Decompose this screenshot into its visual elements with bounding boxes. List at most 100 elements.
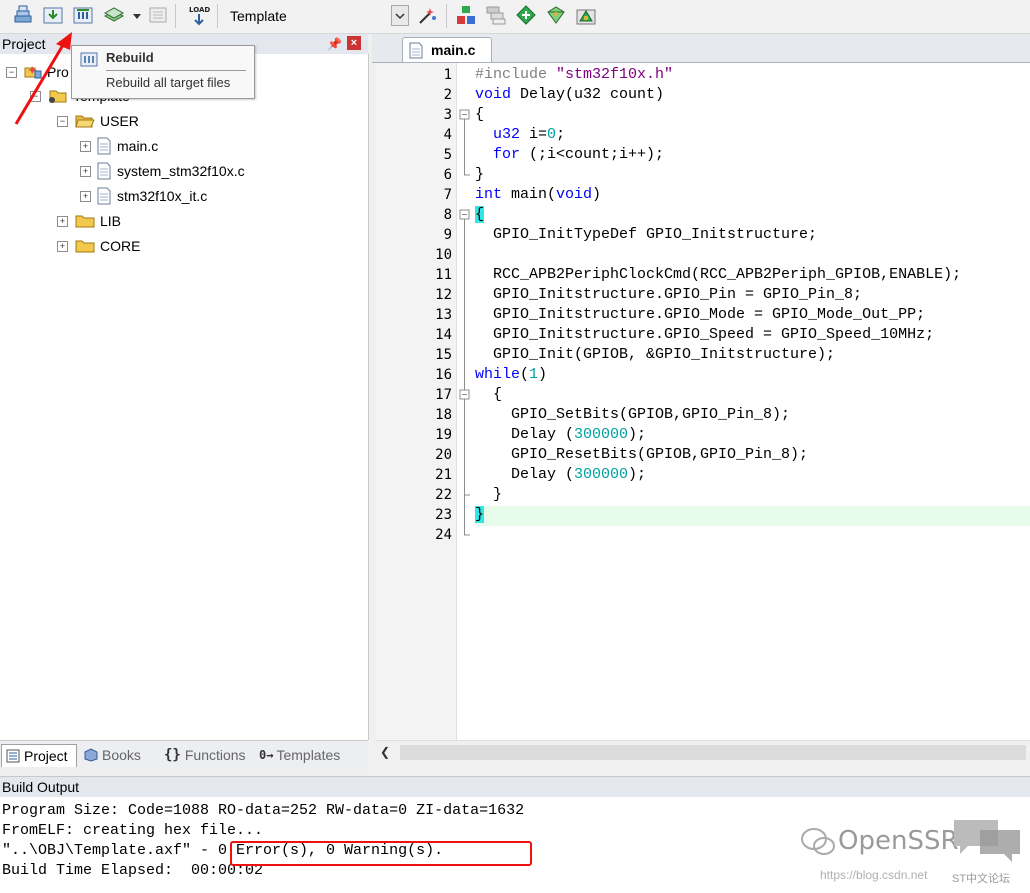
tree-label-file: system_stm32f10x.c [117,163,245,179]
line-number: 16 [435,367,452,383]
tree-node-file[interactable]: + stm32f10x_it.c [80,186,207,206]
pack-installer-icon[interactable] [515,4,537,26]
left-panel-tabs: Project Books {} Functions 0→ Templates [0,740,368,769]
download-icon[interactable]: LOAD [188,4,210,26]
stop-build-icon[interactable] [147,4,169,26]
code-line[interactable]: RCC_APB2PeriphClockCmd(RCC_APB2Periph_GP… [475,266,961,283]
line-number: 2 [443,87,452,103]
templates-icon: 0→ [259,748,274,762]
expand-icon[interactable]: + [80,165,91,177]
toolbar-separator [175,4,176,28]
tree-label-group: LIB [100,213,122,229]
expand-icon[interactable]: + [80,190,91,202]
build-output-line: Build Time Elapsed: 00:00:02 [2,862,264,879]
line-number: 6 [443,167,452,183]
tab-project[interactable]: Project [1,744,77,767]
line-number: 15 [435,347,452,363]
code-line[interactable]: GPIO_Initstructure.GPIO_Mode = GPIO_Mode… [475,306,925,323]
line-number: 14 [435,327,452,343]
line-number: 10 [435,247,452,263]
toolbar-separator [446,4,447,28]
translate-icon[interactable] [12,4,34,26]
scroll-left-icon[interactable]: ❮ [380,745,390,759]
rebuild-icon [80,52,98,67]
code-line[interactable]: while(1) [475,366,547,383]
code-line[interactable]: void Delay(u32 count) [475,86,664,103]
tab-label: Templates [276,747,341,763]
line-number: 7 [443,187,452,203]
tab-functions[interactable]: {} Functions [160,744,250,766]
functions-icon: {} [164,747,181,763]
pin-icon[interactable]: 📌 [327,37,342,51]
target-options-icon[interactable] [416,4,438,26]
line-number: 1 [443,67,452,83]
line-number: 17 [435,387,452,403]
build-output-line: FromELF: creating hex file... [2,822,264,839]
code-line[interactable]: Delay (300000); [475,426,646,443]
tab-main-c[interactable]: main.c [402,37,492,62]
code-line[interactable]: GPIO_Init(GPIOB, &GPIO_Initstructure); [475,346,835,363]
tree-node-file[interactable]: + system_stm32f10x.c [80,161,245,181]
toolbar-separator [217,4,218,28]
project-tree: − Pro − Template − USER + main.c + syste… [0,54,369,740]
tab-label: Functions [184,747,246,763]
env-icon[interactable] [575,4,597,26]
batch-build-icon[interactable] [103,4,125,26]
event-recorder-icon[interactable] [545,4,567,26]
tab-templates[interactable]: 0→ Templates [256,744,356,766]
line-number: 5 [443,147,452,163]
tab-books[interactable]: Books [80,744,154,766]
code-line[interactable]: GPIO_SetBits(GPIOB,GPIO_Pin_8); [475,406,790,423]
code-line[interactable]: GPIO_Initstructure.GPIO_Pin = GPIO_Pin_8… [475,286,862,303]
tree-node-group-lib[interactable]: + LIB [57,211,121,231]
code-line[interactable]: int main(void) [475,186,601,203]
target-select[interactable]: Template [224,5,409,27]
tree-node-file[interactable]: + main.c [80,136,158,156]
code-line[interactable]: { [475,206,485,223]
watermark-url: https://blog.csdn.net [820,868,928,882]
expand-icon[interactable]: + [57,215,68,227]
tab-label: main.c [431,42,476,58]
code-line[interactable]: GPIO_ResetBits(GPIOB,GPIO_Pin_8); [475,446,808,463]
scrollbar-track[interactable] [400,745,1026,760]
manage-components-icon[interactable] [455,4,477,26]
code-line[interactable]: GPIO_InitTypeDef GPIO_Initstructure; [475,226,817,243]
code-line[interactable]: u32 i=0; [475,126,565,143]
code-line[interactable]: Delay (300000); [475,466,646,483]
code-line[interactable]: #include "stm32f10x.h" [475,66,673,83]
line-number: 3 [443,107,452,123]
build-icon[interactable] [42,4,64,26]
code-line[interactable]: { [475,106,484,123]
tree-label-file: stm32f10x_it.c [117,188,208,204]
build-output-line: Program Size: Code=1088 RO-data=252 RW-d… [2,802,525,819]
code-line[interactable]: } [475,166,484,183]
folder-icon [75,240,95,253]
code-line[interactable]: for (;i<count;i++); [475,146,664,163]
project-tab-icon [6,749,20,763]
tooltip-divider [106,70,246,71]
tab-label: Books [102,747,141,763]
line-number: 12 [435,287,452,303]
select-packs-icon[interactable] [485,4,507,26]
chevron-down-icon[interactable] [391,5,409,26]
line-number: 4 [443,127,452,143]
watermark-forum: ST中文论坛 [952,873,1011,885]
line-number: 22 [435,487,452,503]
line-number: 18 [435,407,452,423]
books-icon [84,748,98,762]
code-line[interactable]: } [475,486,502,503]
horizontal-scrollbar[interactable]: ❮ [376,740,1030,764]
dropdown-arrow-icon[interactable] [126,4,141,26]
c-file-icon [97,162,111,180]
fold-markers [459,109,470,536]
code-line[interactable]: { [475,386,502,403]
tree-node-group-core[interactable]: + CORE [57,236,140,256]
svg-text:LOAD: LOAD [189,6,210,14]
rebuild-icon[interactable] [72,4,94,26]
expand-icon[interactable]: + [80,140,91,152]
expand-icon[interactable]: + [57,240,68,252]
code-line[interactable]: } [475,506,485,523]
code-line[interactable]: GPIO_Initstructure.GPIO_Speed = GPIO_Spe… [475,326,934,343]
close-icon[interactable]: × [347,36,361,50]
build-output-title: Build Output [2,779,80,795]
